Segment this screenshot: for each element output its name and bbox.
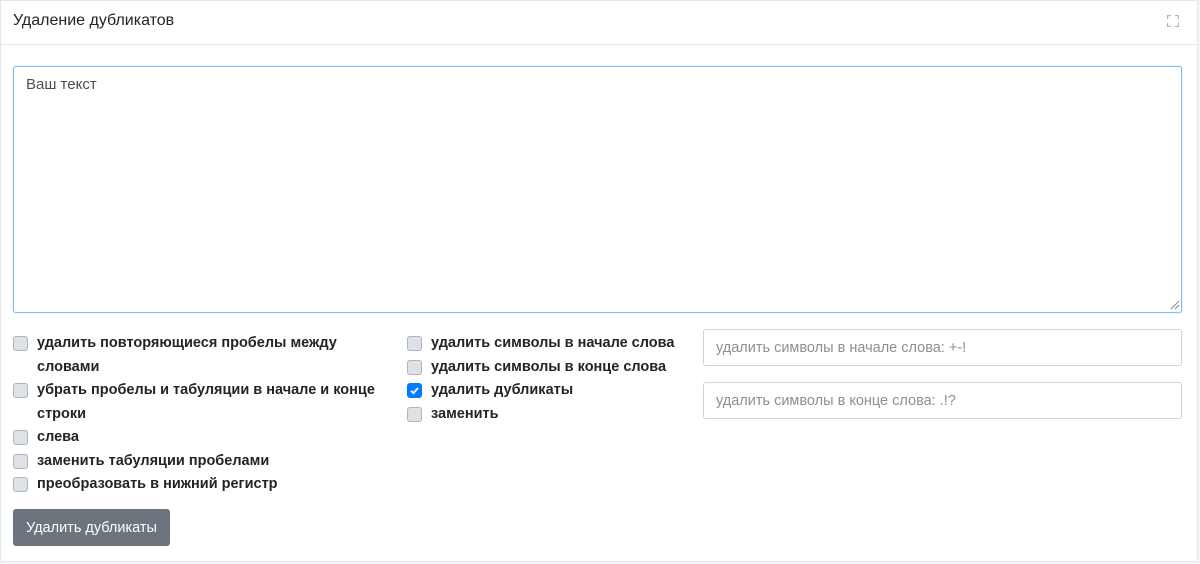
remove-duplicates-button[interactable]: Удалить дубликаты [13, 509, 170, 546]
text-editor[interactable] [13, 66, 1182, 313]
option-label: удалить символы в начале слова [431, 335, 675, 351]
option-label: удалить повторяющиеся пробелы между слов… [37, 335, 337, 375]
option-strip-start-chars[interactable]: удалить символы в начале слова [407, 332, 697, 356]
checkbox[interactable] [13, 336, 28, 351]
option-label: удалить дубликаты [431, 382, 574, 398]
resize-handle-icon[interactable] [1169, 299, 1180, 310]
checkbox[interactable] [13, 453, 28, 469]
options-left: удалить повторяющиеся пробелы между слов… [13, 332, 393, 497]
checkbox[interactable] [407, 336, 422, 351]
checkbox[interactable] [13, 477, 28, 492]
checkbox[interactable] [13, 383, 28, 398]
expand-icon[interactable] [1167, 15, 1179, 27]
card-header: Удаление дубликатов [1, 1, 1197, 45]
option-collapse-spaces[interactable]: удалить повторяющиеся пробелы между слов… [13, 332, 393, 379]
option-label: преобразовать в нижний регистр [37, 476, 278, 492]
start-chars-input[interactable] [703, 329, 1182, 366]
option-left[interactable]: слева [13, 426, 393, 450]
option-label: убрать пробелы и табуляции в начале и ко… [37, 382, 375, 422]
duplicates-card: Удаление дубликатов удалить повторяющиес… [0, 0, 1198, 562]
end-chars-input[interactable] [703, 382, 1182, 419]
check-icon [410, 387, 419, 395]
option-label: удалить символы в конце слова [431, 358, 667, 375]
option-label: заменить табуляции пробелами [37, 452, 270, 469]
option-remove-duplicates[interactable]: удалить дубликаты [407, 379, 697, 403]
options-middle: удалить символы в начале слова удалить с… [407, 332, 697, 426]
option-replace[interactable]: заменить [407, 403, 697, 427]
option-tabs-to-spaces[interactable]: заменить табуляции пробелами [13, 450, 393, 474]
option-label: слева [37, 429, 79, 445]
option-label: заменить [431, 405, 499, 422]
option-lowercase[interactable]: преобразовать в нижний регистр [13, 473, 393, 497]
checkbox-checked[interactable] [407, 383, 422, 398]
option-trim-lines[interactable]: убрать пробелы и табуляции в начале и ко… [13, 379, 393, 426]
checkbox[interactable] [407, 406, 422, 422]
checkbox[interactable] [13, 430, 28, 445]
page-title: Удаление дубликатов [13, 12, 175, 29]
option-strip-end-chars[interactable]: удалить символы в конце слова [407, 356, 697, 380]
checkbox[interactable] [407, 359, 422, 375]
